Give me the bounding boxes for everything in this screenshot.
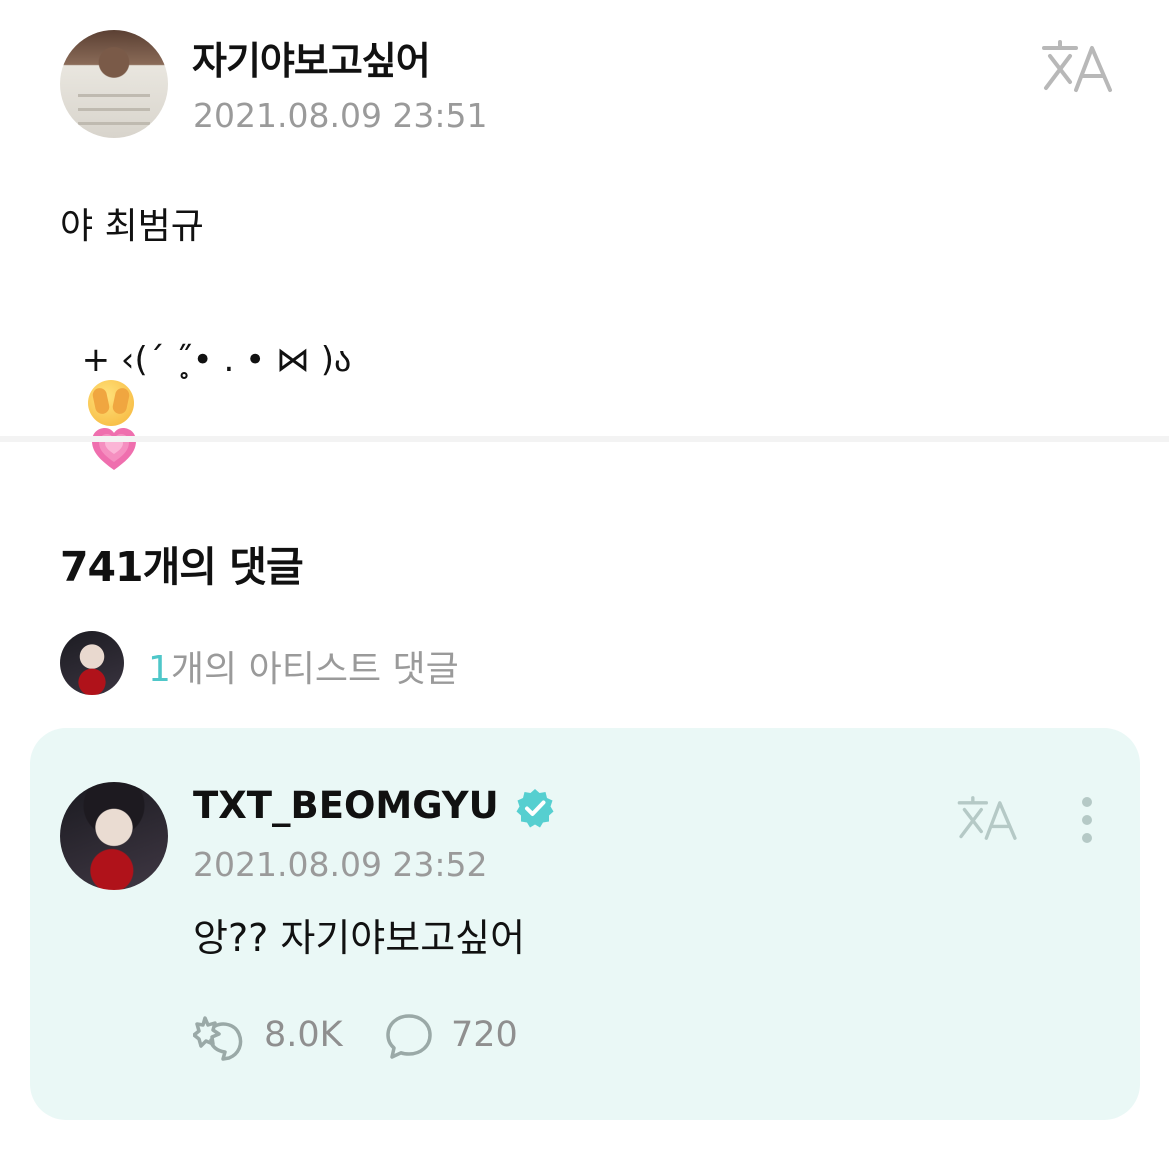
verified-badge-icon (516, 789, 554, 828)
artist-comment-timestamp: 2021.08.09 23:52 (193, 845, 488, 884)
translate-icon[interactable] (1040, 38, 1116, 94)
face-with-hand-over-eyes-emoji-icon (87, 380, 134, 426)
artist-comment-author[interactable]: TXT_BEOMGYU (193, 784, 499, 827)
artist-comment-label: 개의 아티스트 댓글 (170, 649, 459, 690)
more-options-icon[interactable] (1073, 795, 1101, 845)
artist-comment-summary[interactable]: 1개의 아티스트 댓글 (148, 640, 459, 692)
post-timestamp: 2021.08.09 23:51 (193, 96, 488, 135)
reply-count: 720 (451, 1015, 518, 1055)
growing-heart-emoji-icon (91, 428, 136, 470)
like-icon[interactable] (193, 1014, 247, 1062)
post-body-line: 야 최범규 (60, 206, 204, 247)
post-author-avatar[interactable] (60, 30, 168, 138)
comments-count-heading: 741개의 댓글 (60, 543, 304, 591)
artist-comment-count: 1 (148, 649, 171, 690)
section-divider (0, 436, 1169, 442)
post-body-emoticon-line: + ‹(´ ˝̥• . • ⋈ )ა (60, 300, 351, 472)
post-body-emoticon: + ‹(´ ˝̥• . • ⋈ )ა (81, 340, 352, 380)
artist-avatar-small[interactable] (60, 631, 124, 695)
like-count: 8.0K (264, 1015, 343, 1055)
translate-icon[interactable] (956, 794, 1020, 842)
artist-comment-text: 앙?? 자기야보고싶어 (193, 916, 526, 960)
artist-comment-avatar[interactable] (60, 782, 168, 890)
reply-bubble-icon[interactable] (384, 1012, 434, 1060)
post-author-name[interactable]: 자기야보고싶어 (192, 30, 431, 85)
